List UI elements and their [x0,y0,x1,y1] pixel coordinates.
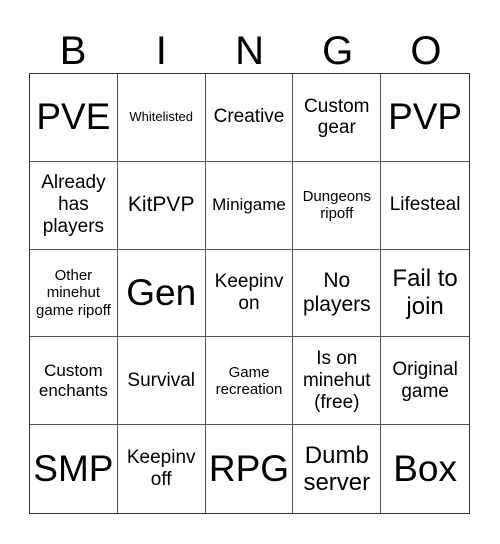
bingo-cell[interactable]: Gen [117,249,206,338]
cell-text: Creative [213,106,285,128]
cell-text: PVP [388,96,463,138]
cell-text: Box [393,447,457,489]
bingo-cell[interactable]: Lifesteal [381,162,469,250]
bingo-cell[interactable]: KitPVP [117,161,206,250]
header-letter-n: N [235,29,264,73]
cell-text: Dumb server [303,441,371,497]
bingo-card-grid: PVE Whitelisted Creative Custom gear PVP… [29,73,470,514]
cell-text: PVE [36,96,111,138]
cell-text: No players [302,268,371,316]
bingo-cell[interactable]: Keepinv on [205,249,294,338]
header-letter-i: I [155,29,167,73]
bingo-cell[interactable]: RPG [206,425,294,513]
cell-text: Original game [392,358,458,402]
header-letter-g: G [322,29,354,73]
bingo-cell[interactable]: Dungeons ripoff [293,161,382,250]
bingo-cell[interactable]: Minigame [205,161,294,250]
bingo-cell[interactable]: Keepinv off [118,425,206,513]
bingo-cell[interactable]: Game recreation [205,337,294,426]
bingo-cell[interactable]: Custom gear [293,74,382,162]
bingo-cell[interactable]: Fail to join [381,250,469,338]
cell-text: KitPVP [127,193,195,217]
cell-text: SMP [33,447,114,489]
cell-text: Dungeons ripoff [302,187,371,223]
bingo-cell[interactable]: Whitelisted [117,74,206,162]
bingo-cell[interactable]: PVP [381,74,469,162]
bingo-cell[interactable]: PVE [30,74,118,162]
cell-text: Is on minehut (free) [302,348,371,413]
cell-text: Minigame [212,195,286,215]
cell-text: Game recreation [215,363,283,398]
cell-text: Custom gear [304,95,370,139]
cell-text: Whitelisted [129,108,193,124]
cell-text: Keepinv on [214,271,284,314]
cell-text: Fail to join [392,265,458,320]
bingo-cell[interactable]: Box [381,425,469,513]
bingo-cell[interactable]: Dumb server [293,425,382,513]
cell-text: Gen [126,271,197,313]
cell-text: Lifesteal [389,194,461,216]
bingo-cell[interactable]: No players [293,249,382,338]
bingo-cell[interactable]: SMP [30,425,118,513]
bingo-cell[interactable]: Other minehut game ripoff [30,249,118,338]
cell-text: RPG [208,447,290,489]
bingo-cell[interactable]: Survival [117,337,206,426]
cell-text: Custom enchants [38,361,108,400]
bingo-cell[interactable]: Original game [381,337,469,426]
bingo-header: B I N G O [29,30,470,73]
cell-text: Survival [127,369,195,391]
header-letter-b: B [59,29,87,73]
header-letter-o: O [410,29,442,73]
bingo-cell[interactable]: Custom enchants [30,337,118,426]
bingo-cell[interactable]: Creative [205,74,294,162]
cell-text: Keepinv off [126,447,196,491]
cell-text: Already has players [41,172,106,238]
bingo-cell[interactable]: Is on minehut (free) [293,337,382,426]
bingo-cell[interactable]: Already has players [30,161,118,250]
cell-text: Other minehut game ripoff [36,267,111,319]
